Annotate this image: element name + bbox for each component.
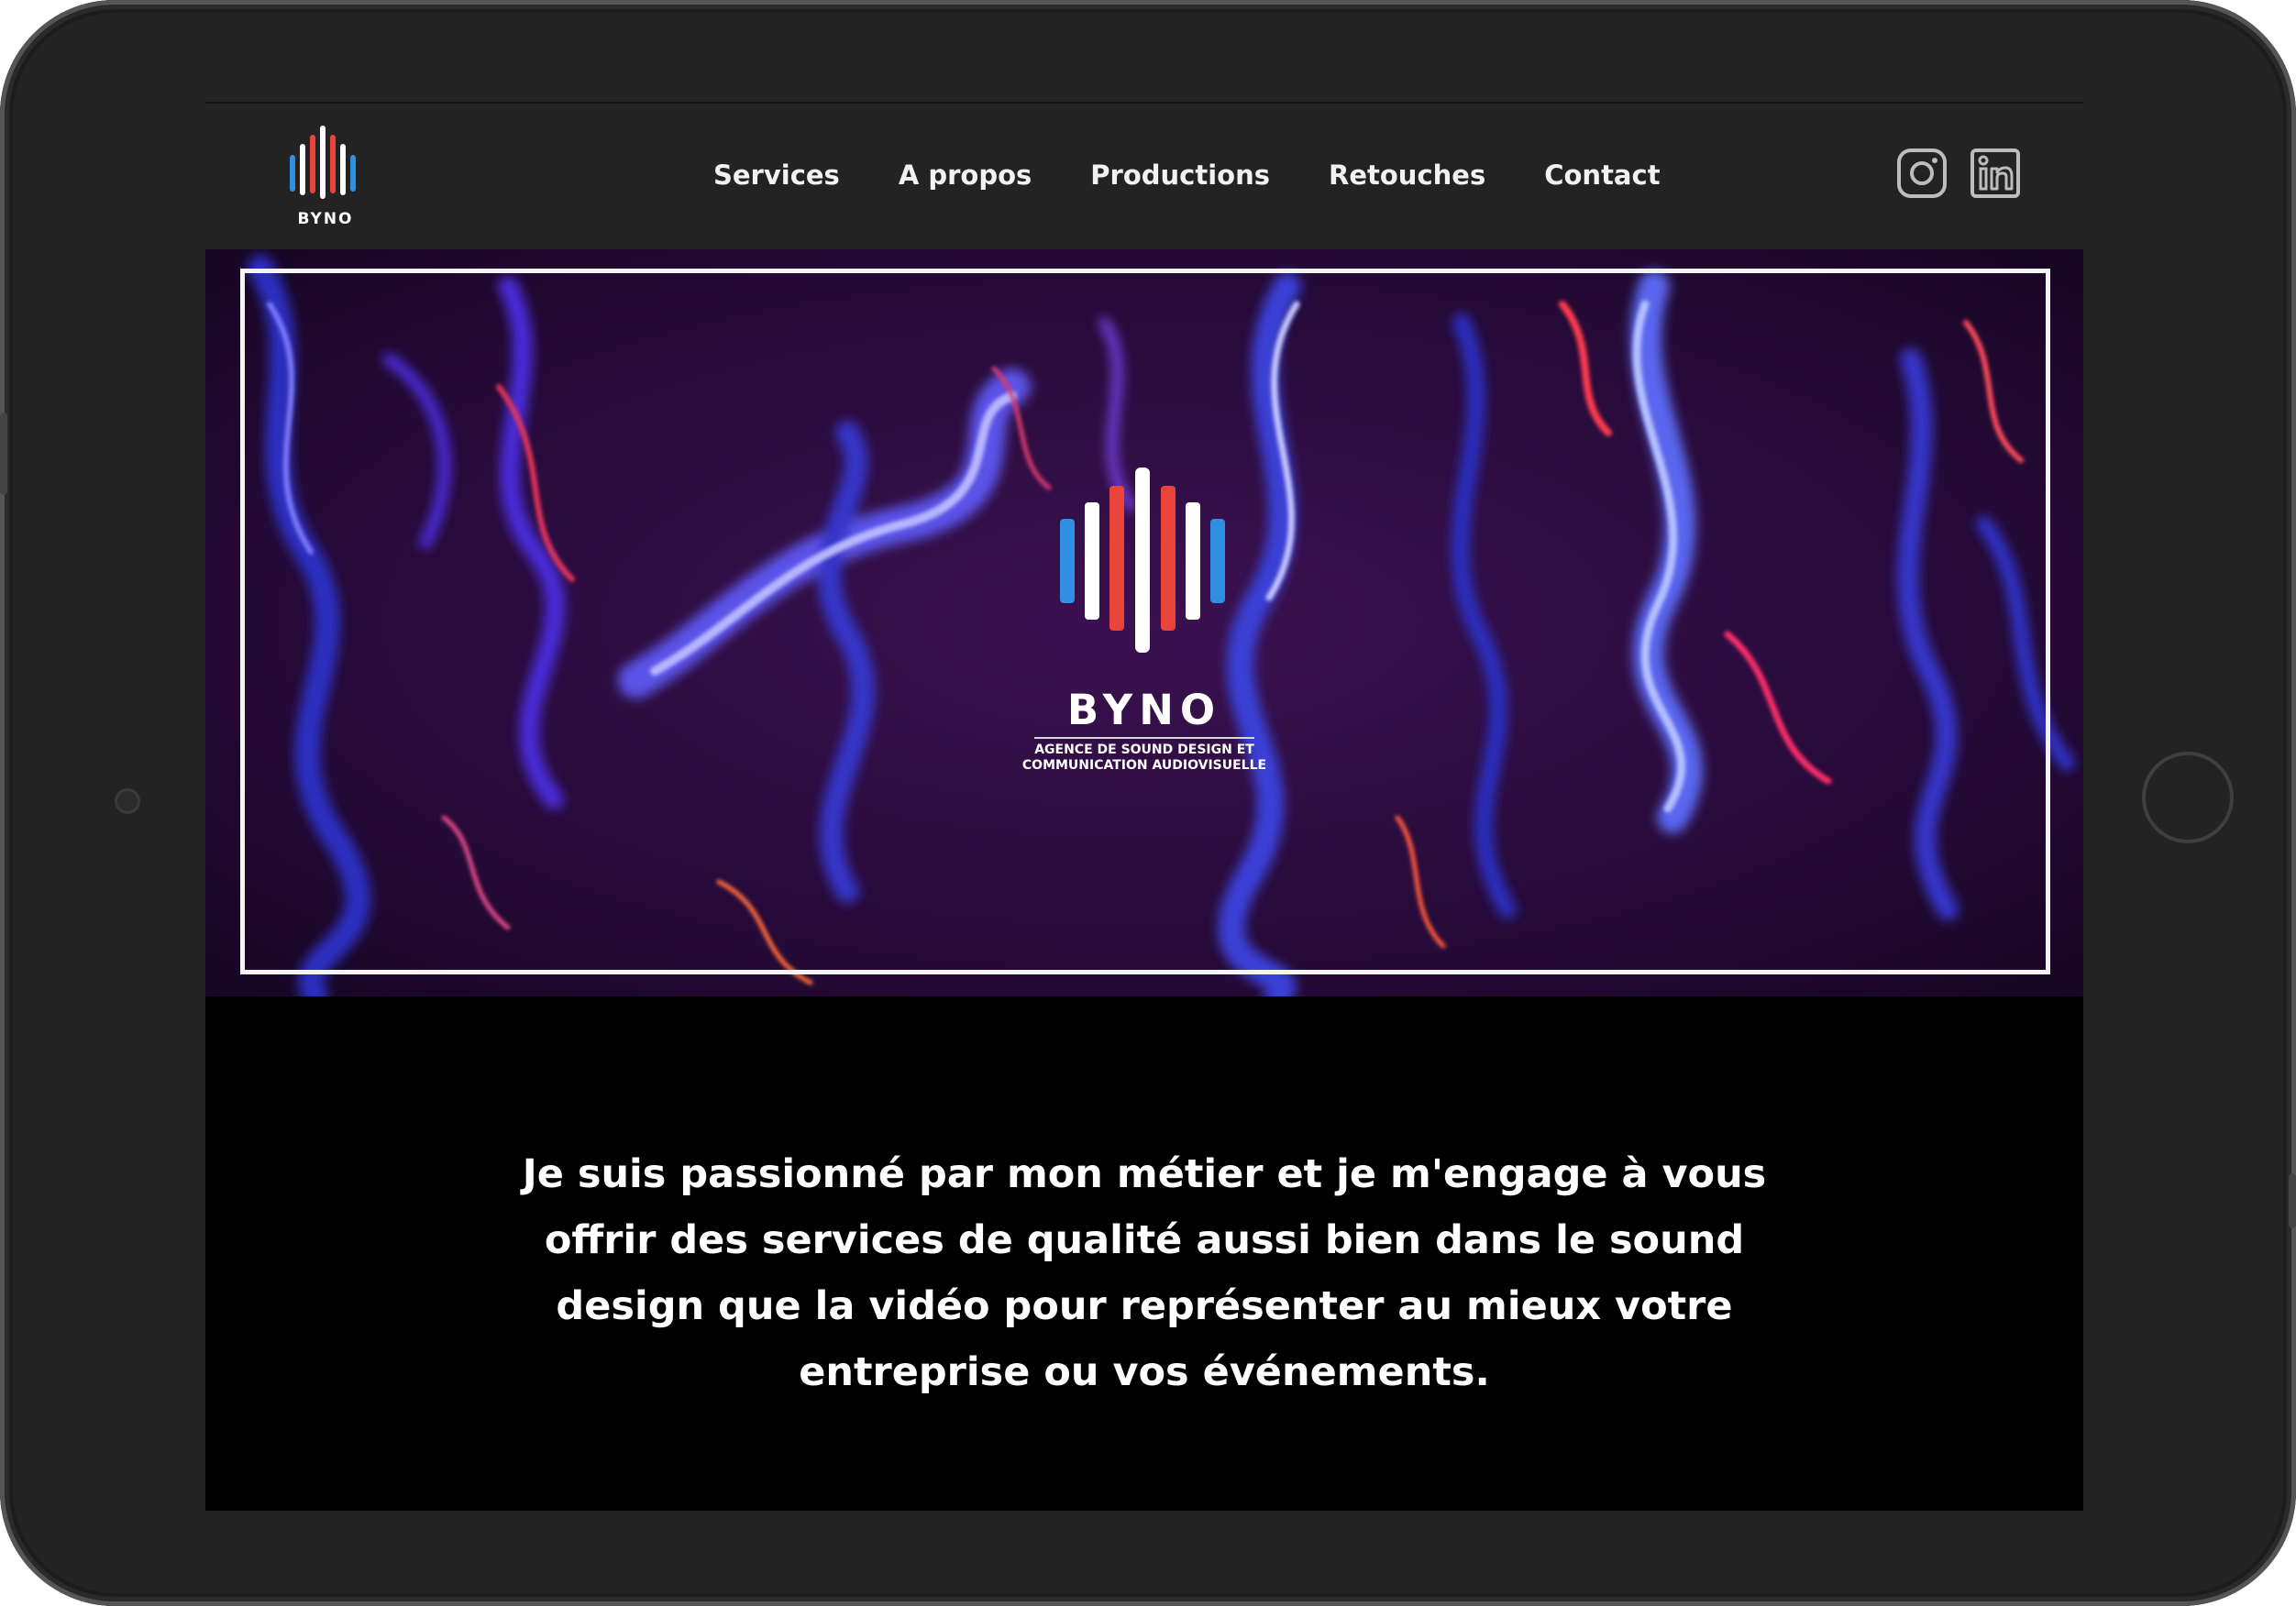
intro-statement: Je suis passionné par mon métier et je m… bbox=[502, 1141, 1786, 1405]
statement-line: entreprise ou vos événements. bbox=[799, 1349, 1490, 1395]
tagline-line: AGENCE DE SOUND DESIGN ET bbox=[1034, 742, 1254, 757]
nav-item-services[interactable]: Services bbox=[713, 157, 840, 193]
side-button bbox=[0, 412, 7, 495]
screen: BYNO Services A propos Productions Retou… bbox=[205, 102, 2083, 1511]
instagram-link[interactable] bbox=[1896, 148, 1948, 203]
hero-brand-name: BYNO bbox=[1066, 686, 1222, 734]
hero-tagline: AGENCE DE SOUND DESIGN ET COMMUNICATION … bbox=[983, 742, 1306, 774]
side-button bbox=[2289, 1173, 2296, 1228]
linkedin-link[interactable] bbox=[1970, 148, 2021, 203]
statement-line: offrir des services de qualité aussi bie… bbox=[544, 1217, 1745, 1263]
hero-banner: BYNO AGENCE DE SOUND DESIGN ET COMMUNICA… bbox=[205, 249, 2083, 996]
hero-divider bbox=[1034, 737, 1254, 739]
waveform-logo-icon bbox=[1060, 468, 1225, 653]
statement-line: design que la vidéo pour représenter au … bbox=[556, 1283, 1733, 1329]
brand-logo[interactable]: BYNO bbox=[288, 122, 363, 232]
navbar: BYNO Services A propos Productions Retou… bbox=[205, 102, 2083, 249]
nav-item-contact[interactable]: Contact bbox=[1544, 157, 1660, 193]
nav-item-retouches[interactable]: Retouches bbox=[1329, 157, 1485, 193]
nav-item-productions[interactable]: Productions bbox=[1090, 157, 1270, 193]
waveform-logo-icon bbox=[290, 126, 356, 199]
instagram-icon bbox=[1897, 148, 1947, 198]
brand-name: BYNO bbox=[297, 210, 354, 228]
main-menu: Services A propos Productions Retouches … bbox=[713, 157, 1719, 193]
tablet-frame: BYNO Services A propos Productions Retou… bbox=[0, 0, 2296, 1606]
linkedin-icon bbox=[1970, 148, 2020, 198]
hero-logo bbox=[1058, 466, 1231, 664]
nav-item-a-propos[interactable]: A propos bbox=[899, 157, 1032, 193]
tagline-line: COMMUNICATION AUDIOVISUELLE bbox=[1021, 758, 1267, 773]
home-button[interactable] bbox=[2142, 752, 2234, 843]
statement-line: Je suis passionné par mon métier et je m… bbox=[522, 1151, 1767, 1197]
camera-icon bbox=[115, 788, 140, 814]
